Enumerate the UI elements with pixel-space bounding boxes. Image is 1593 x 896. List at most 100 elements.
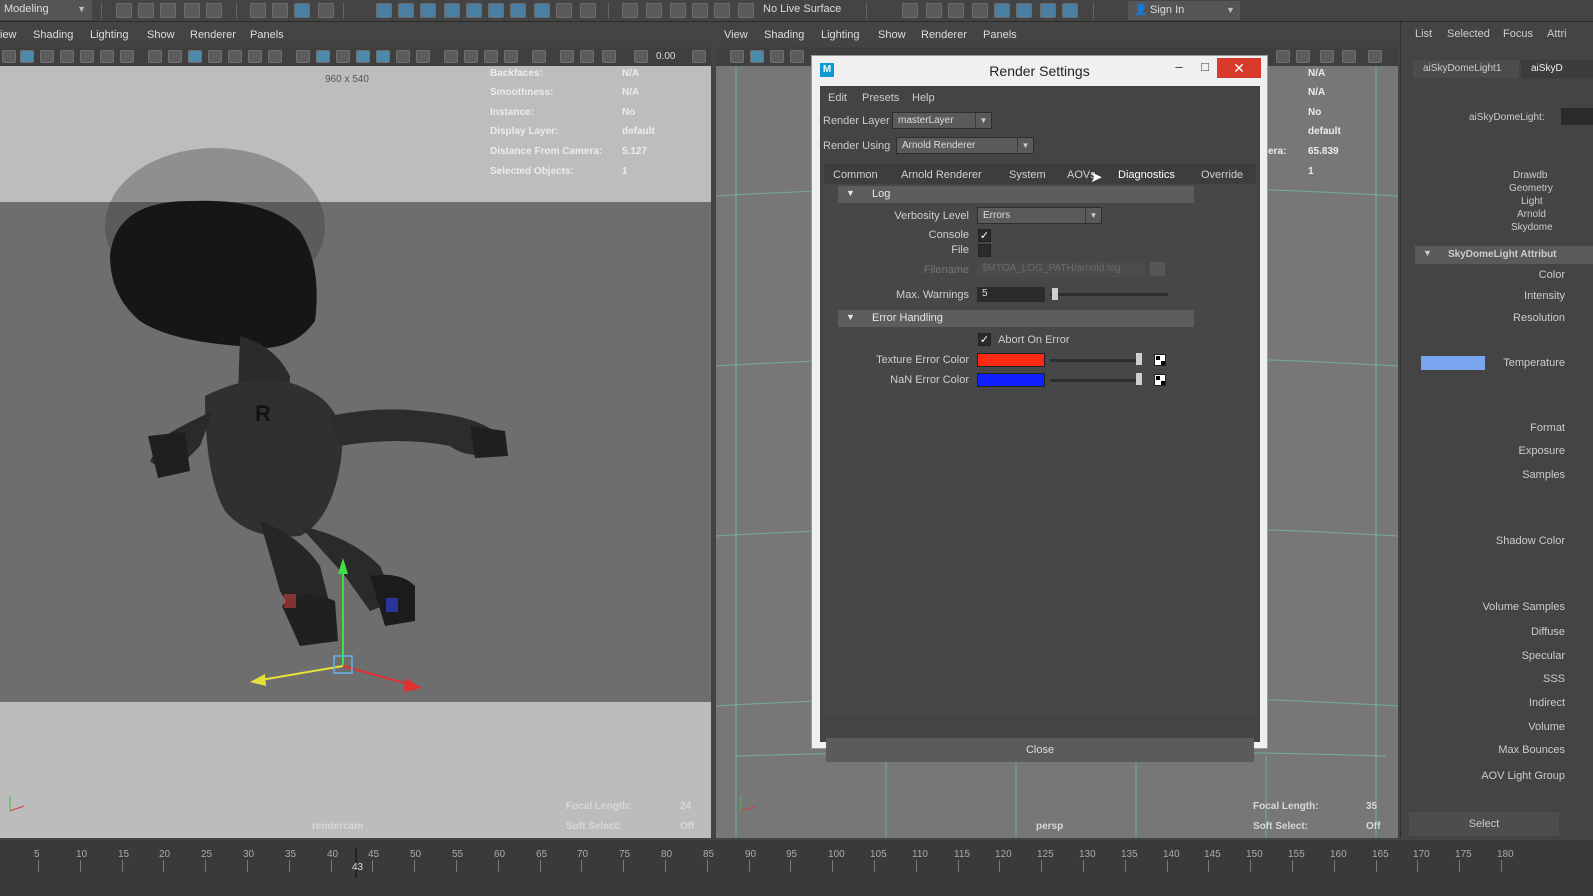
attr-menu-list[interactable]: List — [1415, 28, 1432, 40]
film-gate-icon[interactable] — [148, 50, 162, 63]
color-management-icon[interactable] — [602, 50, 616, 63]
texture-map-icon[interactable] — [1154, 354, 1166, 366]
sign-in-button[interactable]: 👤 Sign In ▼ — [1128, 1, 1240, 20]
save-scene-icon[interactable] — [160, 3, 176, 18]
grease-pencil-icon[interactable] — [100, 50, 114, 63]
settings-icon[interactable] — [1368, 50, 1382, 63]
gamma-icon[interactable] — [580, 50, 594, 63]
exposure-value[interactable]: 0.00 — [656, 51, 675, 62]
arnold-ipr-icon[interactable] — [1040, 3, 1056, 18]
attr-menu-attributes[interactable]: Attri — [1547, 28, 1567, 40]
xray-icon[interactable] — [336, 50, 350, 63]
textured-icon[interactable] — [376, 50, 390, 63]
magnet-icon[interactable] — [670, 3, 686, 18]
image-plane-icon[interactable] — [790, 50, 804, 63]
isolate-select-icon[interactable] — [532, 50, 546, 63]
left-viewport[interactable]: 960 x 540 Backfaces: N/A Smoothness: N/A… — [0, 66, 711, 838]
snap-point-icon[interactable] — [420, 3, 436, 18]
nan-error-slider[interactable] — [1050, 379, 1138, 382]
render-using-dropdown[interactable]: Arnold Renderer ▼ — [896, 137, 1034, 154]
select-button[interactable]: Select — [1409, 812, 1559, 836]
curve-snap-icon[interactable] — [738, 3, 754, 18]
camera-select-icon[interactable] — [2, 50, 16, 63]
live-surface-label[interactable]: No Live Surface — [763, 3, 841, 15]
ipr-render-icon[interactable] — [948, 3, 964, 18]
menu-help[interactable]: Help — [912, 92, 935, 104]
verbosity-dropdown[interactable]: Errors ▼ — [977, 207, 1102, 224]
gate-mask-icon[interactable] — [188, 50, 202, 63]
image-plane-icon[interactable] — [60, 50, 74, 63]
depth-of-field-icon[interactable] — [504, 50, 518, 63]
select-hierarchy-icon[interactable] — [250, 3, 266, 18]
snap-view-icon[interactable] — [466, 3, 482, 18]
log-section-header[interactable]: ▼ Log — [838, 186, 1194, 203]
lasso-icon[interactable] — [318, 3, 334, 18]
abort-on-error-checkbox[interactable]: ✓ — [978, 333, 991, 346]
grid-icon[interactable] — [120, 50, 134, 63]
console-checkbox[interactable]: ✓ — [978, 229, 991, 242]
menu-show[interactable]: Show — [147, 29, 175, 44]
magnet-off-icon[interactable] — [714, 3, 730, 18]
dialog-titlebar[interactable]: M Render Settings – □ ✕ — [812, 56, 1267, 86]
filter-icon[interactable] — [534, 3, 550, 18]
snap-together-icon[interactable] — [692, 3, 708, 18]
bookmark-icon[interactable] — [40, 50, 54, 63]
redo-icon[interactable] — [206, 3, 222, 18]
screen-space-ao-icon[interactable] — [444, 50, 458, 63]
camera-attr-icon[interactable] — [20, 50, 34, 63]
snap-curve-icon[interactable] — [398, 3, 414, 18]
menu-panels[interactable]: Panels — [983, 29, 1017, 44]
two-d-pan-icon[interactable] — [80, 50, 94, 63]
isolate-select-icon[interactable] — [1276, 50, 1290, 63]
render-view-icon[interactable] — [902, 3, 918, 18]
undo-icon[interactable] — [184, 3, 200, 18]
motion-blur-icon[interactable] — [464, 50, 478, 63]
skydome-section-header[interactable]: ▼ SkyDomeLight Attribut — [1415, 246, 1593, 264]
menu-show[interactable]: Show — [878, 29, 906, 44]
snap-projected-icon[interactable] — [444, 3, 460, 18]
arnold-render-icon[interactable] — [1016, 3, 1032, 18]
temperature-swatch[interactable] — [1421, 356, 1485, 370]
menu-presets[interactable]: Presets — [862, 92, 899, 104]
exposure-icon[interactable] — [560, 50, 574, 63]
error-handling-section-header[interactable]: ▼ Error Handling — [838, 310, 1194, 327]
gamma-toggle-icon[interactable] — [692, 50, 706, 63]
menu-renderer[interactable]: Renderer — [921, 29, 967, 44]
texture-error-color-swatch[interactable] — [977, 353, 1045, 367]
new-scene-icon[interactable] — [116, 3, 132, 18]
bookmark-icon[interactable] — [770, 50, 784, 63]
select-component-icon[interactable] — [294, 3, 310, 18]
construction-history-icon[interactable] — [580, 3, 596, 18]
smooth-shade-icon[interactable] — [296, 50, 310, 63]
hypershade-icon[interactable] — [994, 3, 1010, 18]
texture-error-slider[interactable] — [1050, 359, 1138, 362]
character-model[interactable]: R — [0, 66, 711, 838]
safe-action-icon[interactable] — [228, 50, 242, 63]
close-icon[interactable]: ✕ — [1217, 58, 1261, 78]
lights-icon[interactable] — [396, 50, 410, 63]
menu-renderer[interactable]: Renderer — [190, 29, 236, 44]
field-chart-icon[interactable] — [208, 50, 222, 63]
attr-menu-focus[interactable]: Focus — [1503, 28, 1533, 40]
menu-shading[interactable]: Shading — [764, 29, 804, 44]
menu-lighting[interactable]: Lighting — [90, 29, 129, 44]
node-name-field[interactable] — [1561, 108, 1593, 125]
gamma-icon[interactable] — [1320, 50, 1334, 63]
symmetry-icon[interactable] — [510, 3, 526, 18]
max-warnings-field[interactable]: 5 — [977, 287, 1045, 302]
menu-lighting[interactable]: Lighting — [821, 29, 860, 44]
file-checkbox[interactable] — [978, 244, 991, 257]
attr-tab[interactable]: aiSkyD — [1521, 60, 1593, 78]
camera-attr-icon[interactable] — [750, 50, 764, 63]
exposure-icon[interactable] — [1296, 50, 1310, 63]
maximize-icon[interactable]: □ — [1190, 58, 1220, 78]
menu-shading[interactable]: Shading — [33, 29, 73, 44]
tab-common[interactable]: Common — [833, 169, 878, 181]
wireframe-icon[interactable] — [268, 50, 282, 63]
render-frame-icon[interactable] — [926, 3, 942, 18]
snap-live-icon[interactable] — [488, 3, 504, 18]
arnold-stop-icon[interactable] — [1062, 3, 1078, 18]
slider-handle[interactable] — [1136, 353, 1142, 365]
tab-override[interactable]: Override — [1201, 169, 1243, 181]
slider-handle[interactable] — [1136, 373, 1142, 385]
